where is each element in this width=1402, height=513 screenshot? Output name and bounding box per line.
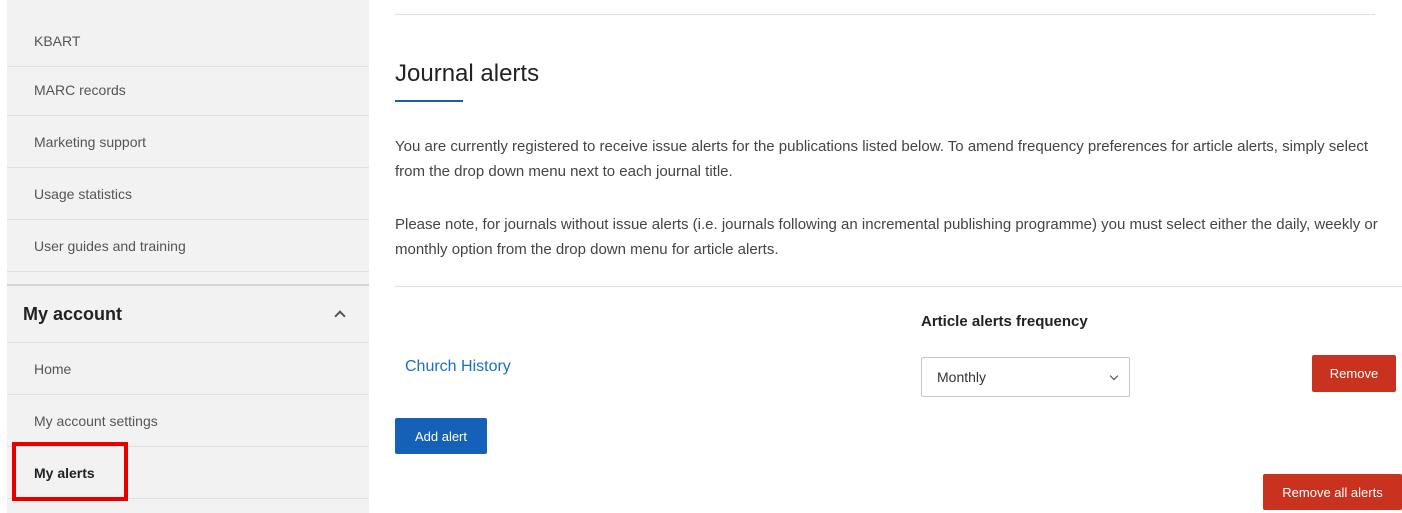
my-account-section-toggle[interactable]: My account xyxy=(7,284,369,343)
remove-alert-button[interactable]: Remove xyxy=(1312,355,1396,392)
sidebar-item-marc-records[interactable]: MARC records xyxy=(7,64,369,116)
sidebar-item-label: User guides and training xyxy=(34,237,186,254)
sidebar-item-label: My alerts xyxy=(34,464,95,481)
sidebar-item-usage-statistics[interactable]: Usage statistics xyxy=(7,168,369,220)
frequency-select[interactable]: Monthly xyxy=(921,357,1130,397)
frequency-select-value: Monthly xyxy=(937,369,987,385)
content-divider xyxy=(395,286,1402,287)
chevron-up-icon xyxy=(334,310,346,322)
remove-all-alerts-button[interactable]: Remove all alerts xyxy=(1263,474,1402,510)
sidebar-item-label: Home xyxy=(34,360,72,377)
sidebar-item-home[interactable]: Home xyxy=(7,343,369,395)
note-paragraph: Please note, for journals without issue … xyxy=(395,216,1378,258)
sidebar-item-kbart[interactable]: KBART xyxy=(7,15,369,67)
sidebar-item-label: Marketing support xyxy=(34,133,147,150)
chevron-down-icon xyxy=(1109,371,1119,380)
sidebar-item-my-alerts[interactable]: My alerts xyxy=(7,447,369,499)
sidebar-item-label: Usage statistics xyxy=(34,185,133,202)
title-underline xyxy=(395,100,463,102)
frequency-column-header: Article alerts frequency xyxy=(921,313,1088,330)
top-divider xyxy=(395,14,1375,15)
page-title: Journal alerts xyxy=(395,60,540,87)
my-account-heading: My account xyxy=(23,303,123,324)
journal-link[interactable]: Church History xyxy=(405,358,511,376)
sidebar-item-label: KBART xyxy=(34,32,81,49)
sidebar-item-user-guides[interactable]: User guides and training xyxy=(7,220,369,272)
add-alert-button[interactable]: Add alert xyxy=(395,418,487,454)
intro-paragraph: You are currently registered to receive … xyxy=(395,138,1368,180)
sidebar-item-marketing-support[interactable]: Marketing support xyxy=(7,116,369,168)
sidebar-item-my-account-settings[interactable]: My account settings xyxy=(7,395,369,447)
sidebar-item-label: MARC records xyxy=(34,81,126,98)
sidebar: KBART MARC records Marketing support Usa… xyxy=(7,0,369,513)
sidebar-item-label: My account settings xyxy=(34,412,158,429)
